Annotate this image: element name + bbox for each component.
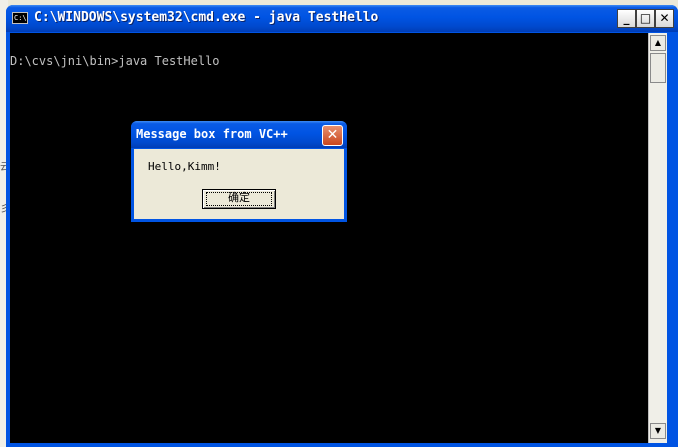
close-button[interactable]: ✕ xyxy=(655,9,674,28)
title-bar[interactable]: C:\ C:\WINDOWS\system32\cmd.exe - java T… xyxy=(6,5,678,32)
cmd-window: C:\ C:\WINDOWS\system32\cmd.exe - java T… xyxy=(6,5,678,447)
dialog-title: Message box from VC++ xyxy=(136,127,288,141)
dialog-message: Hello,Kimm! xyxy=(148,160,221,173)
window-title: C:\WINDOWS\system32\cmd.exe - java TestH… xyxy=(34,10,379,25)
scroll-down-button[interactable]: ▼ xyxy=(650,423,666,439)
vertical-scrollbar[interactable]: ▲ ▼ xyxy=(648,33,667,443)
console-line: D:\cvs\jni\bin>java TestHello xyxy=(10,54,220,68)
cmd-icon[interactable]: C:\ xyxy=(12,12,28,24)
dialog-body: Hello,Kimm! 确定 xyxy=(134,149,344,219)
minimize-button[interactable]: _ xyxy=(617,9,636,28)
ok-button[interactable]: 确定 xyxy=(202,189,276,209)
focus-rect xyxy=(206,192,272,206)
dialog-title-bar[interactable]: Message box from VC++ ✕ xyxy=(131,121,347,148)
maximize-button[interactable]: □ xyxy=(636,9,655,28)
message-box-dialog: Message box from VC++ ✕ Hello,Kimm! 确定 xyxy=(131,121,347,222)
console-output[interactable]: D:\cvs\jni\bin>java TestHello xyxy=(10,33,648,443)
scroll-up-button[interactable]: ▲ xyxy=(650,35,666,51)
scroll-thumb[interactable] xyxy=(650,53,666,83)
dialog-close-button[interactable]: ✕ xyxy=(322,125,343,146)
